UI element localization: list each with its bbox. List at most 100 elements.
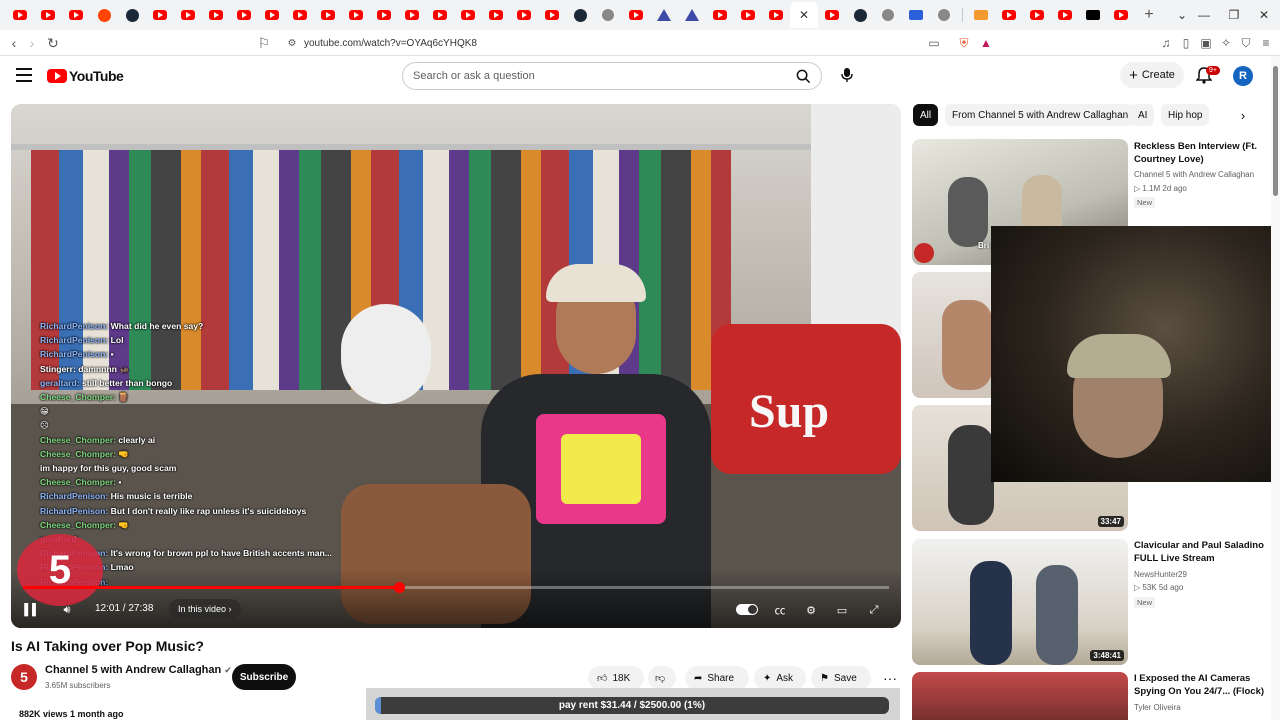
progress-bar[interactable] <box>23 582 889 593</box>
save-button[interactable]: ⚑ Save <box>811 666 871 690</box>
captions-icon[interactable]: ㏄ <box>771 600 789 620</box>
browser-tab[interactable] <box>930 2 958 28</box>
browser-tab[interactable] <box>146 2 174 28</box>
account-avatar[interactable]: R <box>1233 66 1253 86</box>
reload-icon[interactable]: ↻ <box>43 33 63 53</box>
browser-tab[interactable] <box>34 2 62 28</box>
browser-tab[interactable] <box>370 2 398 28</box>
chip-from-channel[interactable]: From Channel 5 with Andrew Callaghan <box>945 104 1136 126</box>
browser-tab[interactable] <box>650 2 678 28</box>
search-icon[interactable] <box>785 63 821 89</box>
browser-tab[interactable] <box>762 2 790 28</box>
leo-icon[interactable]: ✧ <box>1218 35 1234 51</box>
browser-tab[interactable] <box>426 2 454 28</box>
recommendation-title[interactable]: I Exposed the AI Cameras Spying On You 2… <box>1134 672 1266 698</box>
browser-tab[interactable] <box>90 2 118 28</box>
rewards-icon[interactable]: ▲ <box>978 35 994 51</box>
recommendation-channel[interactable]: Tyler Oliveira <box>1134 703 1181 712</box>
recommendation-channel[interactable]: Channel 5 with Andrew Callaghan <box>1134 170 1254 179</box>
browser-tab[interactable] <box>314 2 342 28</box>
autoplay-toggle[interactable] <box>736 604 758 615</box>
menu-icon[interactable]: ≡ <box>1258 35 1274 51</box>
browser-tab[interactable] <box>874 2 902 28</box>
browser-tab[interactable] <box>398 2 426 28</box>
hamburger-menu-icon[interactable] <box>16 68 32 82</box>
browser-tab[interactable] <box>1051 2 1079 28</box>
recommendation-channel[interactable]: NewsHunter29 <box>1134 570 1187 579</box>
browser-tab[interactable] <box>594 2 622 28</box>
search-box[interactable]: Search or ask a question <box>402 62 822 90</box>
microphone-icon[interactable] <box>836 64 858 86</box>
scrollbar-thumb[interactable] <box>1273 66 1278 196</box>
pause-icon[interactable]: ▌▌ <box>23 600 41 620</box>
browser-tab[interactable] <box>706 2 734 28</box>
browser-tab[interactable] <box>818 2 846 28</box>
forward-icon[interactable]: › <box>22 33 42 53</box>
brave-shield-icon[interactable]: ⛨ <box>956 35 972 51</box>
close-tab-icon[interactable]: ✕ <box>799 8 809 22</box>
chevron-right-icon[interactable]: › <box>1232 104 1254 126</box>
browser-tab[interactable] <box>734 2 762 28</box>
browser-tab[interactable] <box>62 2 90 28</box>
like-button[interactable]: 👍︎ 18K <box>588 666 644 690</box>
wallet-icon[interactable]: ▣ <box>1198 35 1214 51</box>
new-tab-icon[interactable]: + <box>1135 6 1163 24</box>
search-input[interactable]: Search or ask a question <box>403 70 785 82</box>
vpn-icon[interactable]: ⛉ <box>1238 35 1254 51</box>
browser-tab[interactable] <box>118 2 146 28</box>
browser-tab[interactable] <box>566 2 594 28</box>
cast-icon[interactable]: ▭ <box>926 35 942 51</box>
bookmark-icon[interactable]: ⚐ <box>254 33 274 53</box>
browser-tab[interactable] <box>678 2 706 28</box>
browser-tab[interactable] <box>1107 2 1135 28</box>
url-field[interactable]: ⚙ youtube.com/watch?v=OYAq6cYHQK8 <box>280 33 1000 53</box>
browser-tab[interactable] <box>342 2 370 28</box>
channel-avatar[interactable]: 5 <box>11 664 37 690</box>
browser-tab[interactable] <box>622 2 650 28</box>
site-info-icon[interactable]: ⚙ <box>282 33 302 53</box>
youtube-logo[interactable]: YouTube <box>47 68 124 84</box>
browser-tab[interactable] <box>538 2 566 28</box>
more-actions-icon[interactable]: ··· <box>878 666 902 690</box>
browser-tab[interactable] <box>902 2 930 28</box>
close-window-icon[interactable]: ✕ <box>1248 0 1280 30</box>
ask-button[interactable]: ✦ Ask <box>754 666 806 690</box>
sidebar-icon[interactable]: ▯ <box>1178 35 1194 51</box>
browser-tab[interactable] <box>482 2 510 28</box>
theater-mode-icon[interactable]: ▭ <box>833 600 851 620</box>
page-scrollbar[interactable] <box>1271 56 1280 720</box>
chip-ai[interactable]: AI <box>1131 104 1155 126</box>
browser-tab[interactable] <box>286 2 314 28</box>
browser-tab[interactable] <box>258 2 286 28</box>
dislike-button[interactable]: 👎︎ <box>648 666 676 690</box>
browser-tab[interactable] <box>174 2 202 28</box>
media-icon[interactable]: ♫ <box>1158 35 1174 51</box>
channel-name[interactable]: Channel 5 with Andrew Callaghan ✔ <box>45 664 232 676</box>
in-this-video-button[interactable]: In this video › <box>169 599 241 619</box>
browser-tab[interactable] <box>1023 2 1051 28</box>
settings-gear-icon[interactable]: ⚙ <box>802 600 820 620</box>
browser-tab[interactable] <box>230 2 258 28</box>
restore-icon[interactable]: ❐ <box>1218 0 1250 30</box>
recommendation-thumbnail[interactable]: 3:48:41 <box>912 539 1128 665</box>
browser-tab[interactable] <box>846 2 874 28</box>
scrubber-handle[interactable] <box>393 582 405 593</box>
browser-tab[interactable] <box>967 2 995 28</box>
volume-icon[interactable]: 🔊︎ <box>55 600 79 620</box>
subscribe-button[interactable]: Subscribe <box>232 664 296 690</box>
minimize-icon[interactable]: — <box>1188 0 1220 30</box>
browser-tab[interactable] <box>995 2 1023 28</box>
fullscreen-icon[interactable]: ⤢ <box>865 600 883 620</box>
video-player[interactable]: Sup RichardPenison: What did he even say… <box>11 104 901 628</box>
browser-tab-active[interactable]: ✕ <box>790 2 818 28</box>
create-button[interactable]: + Create <box>1120 62 1184 88</box>
browser-tab[interactable] <box>1079 2 1107 28</box>
chip-hip-hop[interactable]: Hip hop <box>1161 104 1210 126</box>
share-button[interactable]: ➦ Share <box>685 666 749 690</box>
recommendation-thumbnail[interactable] <box>912 672 1128 720</box>
back-icon[interactable]: ‹ <box>4 33 24 53</box>
recommendation-title[interactable]: Clavicular and Paul Saladino FULL Live S… <box>1134 539 1266 565</box>
browser-tab[interactable] <box>454 2 482 28</box>
browser-tab[interactable] <box>202 2 230 28</box>
browser-tab[interactable] <box>510 2 538 28</box>
